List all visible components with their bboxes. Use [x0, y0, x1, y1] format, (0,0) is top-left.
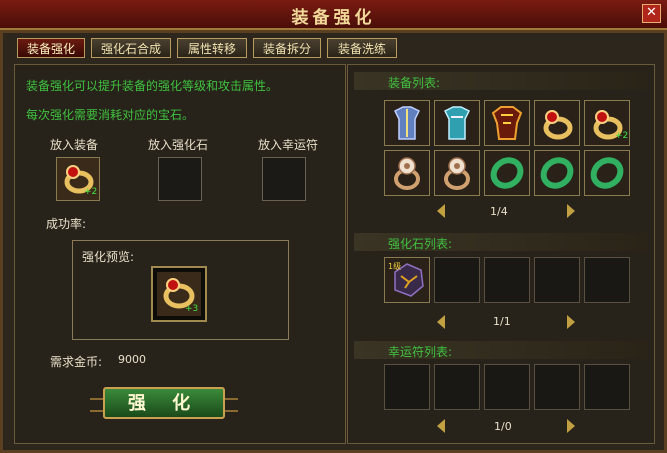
equip-list-item[interactable]	[584, 150, 630, 196]
stone-next-arrow-icon[interactable]	[567, 315, 575, 329]
tab-equip-split[interactable]: 装备拆分	[253, 38, 321, 58]
tab-equip-refine[interactable]: 装备洗练	[327, 38, 397, 58]
equip-list-item[interactable]: +2	[584, 100, 630, 146]
gold-value: 9000	[118, 353, 146, 366]
luck-list-title: 幸运符列表:	[388, 345, 453, 359]
equip-next-arrow-icon[interactable]	[567, 204, 575, 218]
preview-slot: +3	[151, 266, 207, 322]
stone-slot[interactable]	[158, 157, 202, 201]
stone-level-label: 1级	[388, 262, 402, 271]
luck-next-arrow-icon[interactable]	[567, 419, 575, 433]
slot-stone-label: 放入强化石	[148, 138, 209, 152]
preview-label: 强化预览:	[82, 250, 135, 264]
title-bar: 装备强化 ✕	[0, 0, 667, 30]
ring-flower-icon	[444, 157, 470, 190]
enhance-button[interactable]: 强 化	[103, 387, 225, 419]
luck-prev-arrow-icon[interactable]	[437, 419, 445, 433]
equip-list-item[interactable]	[384, 100, 430, 146]
equip-plus-label: +2	[84, 187, 98, 197]
tab-stone-synthesis[interactable]: 强化石合成	[91, 38, 171, 58]
luck-pager: 1/0	[494, 420, 512, 433]
slot-luck-label: 放入幸运符	[258, 138, 319, 152]
hint-text-2: 每次强化需要消耗对应的宝石。	[26, 108, 195, 122]
stone-prev-arrow-icon[interactable]	[437, 315, 445, 329]
stone-slot-4[interactable]	[534, 257, 580, 303]
equip-list-title: 装备列表:	[388, 76, 441, 90]
armor-teal-icon	[443, 106, 471, 140]
armor-blue-icon	[393, 106, 421, 140]
equip-slot[interactable]: +2	[56, 157, 100, 201]
luck-slot-1[interactable]	[384, 364, 430, 410]
equip-list-item[interactable]	[534, 100, 580, 146]
stone-list-title: 强化石列表:	[388, 237, 453, 251]
ring-flower-icon	[394, 157, 420, 190]
equip-list-item[interactable]	[484, 150, 530, 196]
stone-pager: 1/1	[493, 315, 511, 328]
equip-prev-arrow-icon[interactable]	[437, 204, 445, 218]
window-title: 装备强化	[291, 8, 376, 28]
equip-list-item[interactable]	[534, 150, 580, 196]
enhance-window: 装备强化 ✕ 装备强化 强化石合成 属性转移 装备拆分 装备洗练 装备强化可以提…	[0, 0, 667, 453]
luck-slot-4[interactable]	[534, 364, 580, 410]
equip-item-plus-label: +2	[615, 131, 629, 141]
success-rate-label: 成功率:	[46, 217, 87, 231]
luck-slot[interactable]	[262, 157, 306, 201]
bracelet-jade-icon	[590, 157, 624, 189]
stone-slot-3[interactable]	[484, 257, 530, 303]
stone-slot-2[interactable]	[434, 257, 480, 303]
close-icon[interactable]: ✕	[642, 4, 661, 23]
hint-text-1: 装备强化可以提升装备的强化等级和攻击属性。	[26, 79, 279, 93]
bracelet-jade-icon	[540, 157, 574, 189]
equip-list-item[interactable]	[484, 100, 530, 146]
equip-list-item[interactable]	[384, 150, 430, 196]
stone-slot-1[interactable]: 1级	[384, 257, 430, 303]
luck-slot-3[interactable]	[484, 364, 530, 410]
equip-list-item[interactable]	[434, 150, 480, 196]
tab-enhance[interactable]: 装备强化	[17, 38, 85, 58]
armor-red-icon	[491, 106, 523, 140]
equip-pager: 1/4	[490, 205, 508, 218]
gold-label: 需求金币:	[50, 355, 103, 369]
tab-attribute-transfer[interactable]: 属性转移	[177, 38, 247, 58]
luck-slot-2[interactable]	[434, 364, 480, 410]
equip-list-item[interactable]	[434, 100, 480, 146]
luck-slot-5[interactable]	[584, 364, 630, 410]
stone-slot-5[interactable]	[584, 257, 630, 303]
slot-equip-label: 放入装备	[50, 138, 99, 152]
bracelet-jade-icon	[490, 157, 524, 189]
preview-plus-label: +3	[185, 304, 199, 314]
ring-gem-icon	[543, 110, 573, 140]
